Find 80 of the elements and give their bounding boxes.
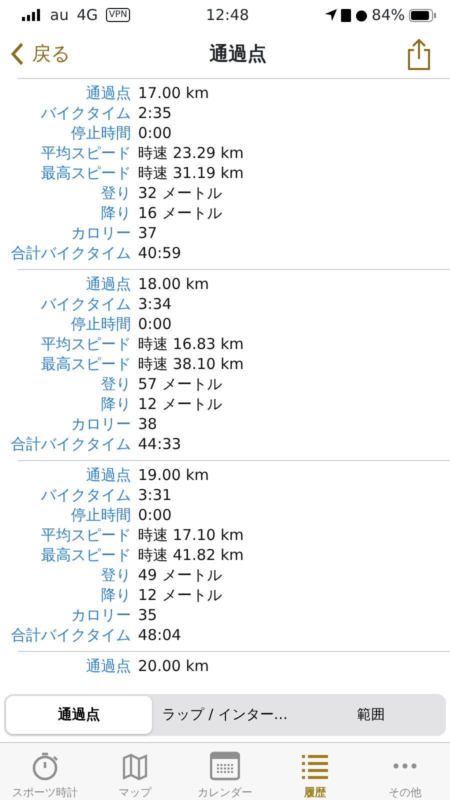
- field-label: 通過点: [85, 274, 132, 294]
- tab-bar-item[interactable]: カレンダー: [180, 743, 270, 800]
- battery-percentage: 84%: [372, 4, 405, 26]
- field-value: 38: [138, 414, 158, 434]
- field-value: 3:34: [138, 294, 172, 314]
- field-label: 合計バイクタイム: [10, 625, 132, 645]
- field-value: 35: [138, 605, 158, 625]
- tab-bar-item[interactable]: 履歴: [270, 743, 360, 800]
- field-value: 2:35: [138, 103, 172, 123]
- location-icon: [324, 9, 337, 21]
- field-value: 49 メートル: [138, 565, 222, 585]
- field-value: 40:59: [138, 243, 182, 263]
- field-label: 停止時間: [70, 314, 132, 334]
- field-value: 0:00: [138, 314, 172, 334]
- field-value: 19.00 km: [138, 465, 210, 485]
- field-value: 時速 23.29 km: [138, 143, 244, 163]
- field-value: 12 メートル: [138, 394, 222, 414]
- field-value: 20.00 km: [138, 656, 210, 676]
- segment-tab[interactable]: 通過点: [6, 696, 152, 734]
- field-label: 合計バイクタイム: [10, 243, 132, 263]
- field-label: 最高スピード: [40, 163, 132, 183]
- field-value: 時速 41.82 km: [138, 545, 244, 565]
- field-value: 0:00: [138, 505, 172, 525]
- field-value: 時速 38.10 km: [138, 354, 244, 374]
- field-label: 登り: [100, 183, 132, 203]
- field-label: 合計バイクタイム: [10, 434, 132, 454]
- field-value: 44:33: [138, 434, 182, 454]
- calendar-icon: [210, 751, 240, 781]
- field-value: 18.00 km: [138, 274, 210, 294]
- field-value: 16 メートル: [138, 203, 222, 223]
- field-label: 降り: [100, 394, 132, 414]
- map-icon: [120, 751, 150, 781]
- field-value: 17.00 km: [138, 83, 210, 103]
- tab-bar-item[interactable]: マップ: [90, 743, 180, 800]
- segment-tab[interactable]: ラップ / インター…: [152, 696, 298, 734]
- field-label: 通過点: [85, 465, 132, 485]
- field-label: バイクタイム: [40, 485, 132, 505]
- field-label: 登り: [100, 374, 132, 394]
- field-label: 最高スピード: [40, 354, 132, 374]
- battery-icon: [409, 8, 436, 22]
- tab-bar-item[interactable]: その他: [360, 743, 450, 800]
- field-label: カロリー: [70, 223, 132, 243]
- field-label: カロリー: [70, 414, 132, 434]
- back-button[interactable]: 戻る: [10, 40, 70, 68]
- share-icon[interactable]: [406, 38, 432, 70]
- more-icon: [393, 763, 417, 769]
- field-value: 37: [138, 223, 158, 243]
- field-value: 時速 16.83 km: [138, 334, 244, 354]
- field-label: バイクタイム: [40, 103, 132, 123]
- field-value: 32 メートル: [138, 183, 222, 203]
- back-chevron-icon: [10, 42, 24, 66]
- field-label: 通過点: [85, 656, 132, 676]
- clock-time: 12:48: [206, 4, 250, 26]
- field-value: 48:04: [138, 625, 182, 645]
- segment-tab[interactable]: 範囲: [298, 696, 444, 734]
- field-label: カロリー: [70, 605, 132, 625]
- field-label: 停止時間: [70, 505, 132, 525]
- field-label: 停止時間: [70, 123, 132, 143]
- vpn-indicator: VPN: [106, 8, 130, 22]
- field-label: バイクタイム: [40, 294, 132, 314]
- page-title: 通過点: [210, 42, 266, 67]
- network-type: 4G: [76, 4, 98, 26]
- field-value: 時速 31.19 km: [138, 163, 244, 183]
- field-value: 3:31: [138, 485, 172, 505]
- field-label: 通過点: [85, 83, 132, 103]
- field-label: 降り: [100, 203, 132, 223]
- field-label: 最高スピード: [40, 545, 132, 565]
- field-value: 時速 17.10 km: [138, 525, 244, 545]
- signal-icon: [22, 9, 42, 21]
- field-label: 登り: [100, 565, 132, 585]
- field-value: 12 メートル: [138, 585, 222, 605]
- field-value: 0:00: [138, 123, 172, 143]
- carrier-name: au: [50, 4, 69, 26]
- field-value: 57 メートル: [138, 374, 222, 394]
- field-label: 平均スピード: [40, 143, 132, 163]
- field-label: 降り: [100, 585, 132, 605]
- stopwatch-icon: [30, 751, 60, 781]
- field-label: 平均スピード: [40, 525, 132, 545]
- tab-bar-item[interactable]: スポーツ時計: [0, 743, 90, 800]
- field-label: 平均スピード: [40, 334, 132, 354]
